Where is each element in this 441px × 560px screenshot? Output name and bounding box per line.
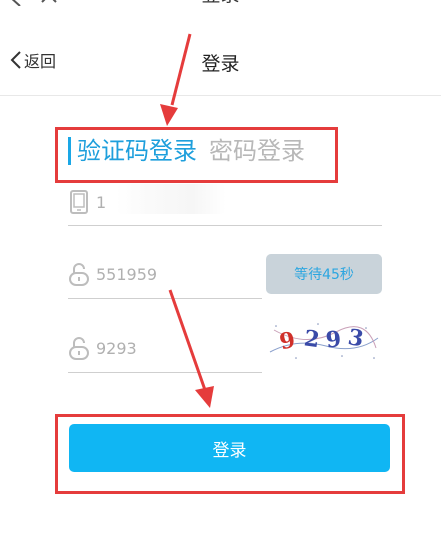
svg-text:9: 9 [277,327,297,356]
lock-icon [69,263,89,286]
phone-underline [68,225,382,226]
header: 返回 登录 [0,36,441,86]
phone-redaction [116,184,226,214]
top-bar: 登录 [0,0,441,16]
arrow-to-login [168,289,214,408]
top-bar-title: 登录 [0,0,441,5]
tabs-highlight-box [55,127,338,183]
login-highlight-box [55,414,405,494]
phone-icon [70,190,88,214]
sms-code-underline [68,298,262,299]
sms-code-value: 551959 [96,264,158,284]
captcha-field[interactable]: 9293 [68,336,137,360]
svg-text:9: 9 [325,326,343,353]
captcha-image[interactable]: 9 2 9 3 [266,318,382,362]
resend-wait-button[interactable]: 等待45秒 [266,254,382,294]
phone-field[interactable]: 1 [68,190,106,214]
header-divider [0,95,441,96]
captcha-underline [68,372,262,373]
page-title: 登录 [201,53,240,75]
sms-code-field[interactable]: 551959 [68,262,157,286]
login-page: 登录 返回 登录 验证码登录 密码登录 1 551 [0,0,441,560]
phone-value: 1 [96,192,107,212]
lock-icon [69,337,89,360]
svg-text:3: 3 [346,324,366,352]
captcha-value: 9293 [96,338,137,358]
svg-text:2: 2 [302,325,321,353]
